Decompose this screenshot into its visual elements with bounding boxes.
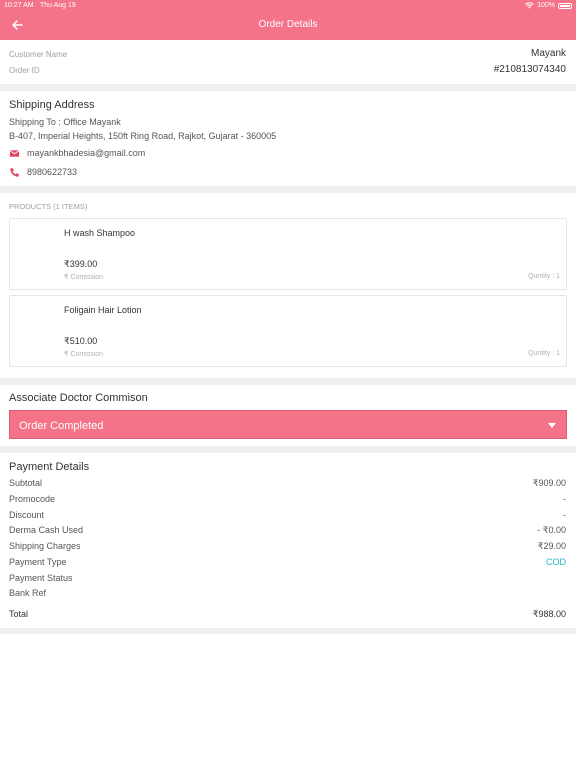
order-status-dropdown[interactable]: Order Completed	[9, 410, 567, 439]
phone-icon	[10, 168, 19, 177]
shipping-to: Shipping To : Office Mayank	[9, 117, 121, 127]
product-name: H wash Shampoo	[64, 228, 136, 238]
total-value: ₹988.00	[532, 609, 566, 619]
battery-percent: 100%	[537, 2, 555, 9]
product-name: Foligain Hair Lotion	[64, 305, 142, 315]
shipping-charges-value: ₹29.00	[537, 541, 566, 551]
wifi-icon	[525, 2, 534, 9]
mail-icon	[9, 150, 20, 157]
phone-value: 8980622733	[27, 167, 78, 177]
customer-name-label: Customer Name	[9, 50, 68, 59]
section-divider	[0, 84, 576, 91]
payment-title: Payment Details	[9, 461, 90, 473]
product-quantity: Quntity : 1	[528, 350, 560, 357]
payment-row: Discount -	[9, 510, 567, 524]
payment-row: Derma Cash Used - ₹0.00	[9, 525, 567, 539]
payment-total-row: Total ₹988.00	[9, 609, 567, 623]
order-status-selected: Order Completed	[19, 420, 104, 432]
payment-row: Subtotal ₹909.00	[9, 478, 567, 492]
customer-name-value: Mayank	[530, 48, 566, 59]
section-divider	[0, 378, 576, 385]
promocode-value: -	[563, 494, 566, 504]
product-price: ₹510.00	[64, 336, 98, 346]
derma-cash-label: Derma Cash Used	[9, 525, 84, 535]
section-divider	[0, 446, 576, 453]
product-price: ₹399.00	[64, 259, 98, 269]
payment-row: Promocode -	[9, 494, 567, 508]
shipping-title: Shipping Address	[9, 99, 95, 111]
product-commission: ₹ Comission	[64, 351, 104, 358]
header-bar: 10:27 AM Thu Aug 19 100% Order Details	[0, 0, 576, 40]
payment-status-label: Payment Status	[9, 573, 73, 583]
bank-ref-label: Bank Ref	[9, 588, 47, 598]
page-title: Order Details	[258, 19, 318, 30]
product-quantity: Quntity : 1	[528, 273, 560, 280]
total-label: Total	[9, 609, 29, 619]
payment-row: Shipping Charges ₹29.00	[9, 541, 567, 555]
payment-row: Payment Status	[9, 573, 567, 587]
status-indicators: 100%	[525, 2, 572, 9]
section-divider	[0, 628, 576, 634]
derma-cash-value: - ₹0.00	[537, 525, 566, 535]
order-id-value: #210813074340	[493, 64, 566, 75]
product-commission: ₹ Comission	[64, 274, 104, 281]
caret-down-icon	[548, 423, 556, 428]
status-time: 10:27 AM	[4, 2, 34, 9]
shipping-address: B-407, Imperial Heights, 150ft Ring Road…	[9, 131, 277, 141]
subtotal-label: Subtotal	[9, 478, 43, 488]
status-date: Thu Aug 19	[40, 2, 76, 9]
discount-value: -	[563, 510, 566, 520]
discount-label: Discount	[9, 510, 45, 520]
products-header: PRODUCTS (1 ITEMS)	[9, 202, 88, 211]
subtotal-value: ₹909.00	[532, 478, 566, 488]
order-id-label: Order ID	[9, 66, 40, 75]
battery-icon	[558, 2, 572, 9]
product-card[interactable]: Foligain Hair Lotion ₹510.00 ₹ Comission…	[9, 295, 567, 367]
product-card[interactable]: H wash Shampoo ₹399.00 ₹ Comission Qunti…	[9, 218, 567, 290]
email-value: mayankbhadesia@gmail.com	[27, 148, 146, 158]
shipping-charges-label: Shipping Charges	[9, 541, 81, 551]
payment-type-value: COD	[546, 557, 566, 567]
payment-type-label: Payment Type	[9, 557, 67, 567]
payment-row: Payment Type COD	[9, 557, 567, 571]
section-divider	[0, 186, 576, 193]
payment-row: Bank Ref	[9, 588, 567, 602]
doctor-commission-title: Associate Doctor Commison	[9, 392, 148, 404]
promocode-label: Promocode	[9, 494, 56, 504]
